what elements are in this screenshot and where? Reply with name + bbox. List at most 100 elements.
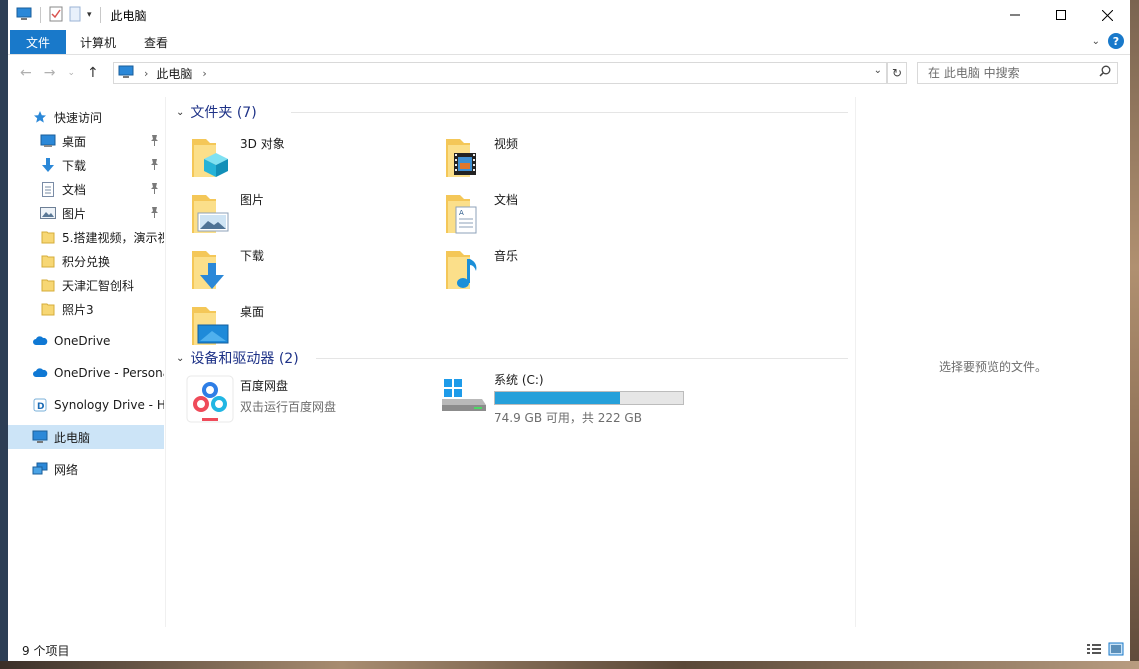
desktop-icon: [40, 133, 56, 149]
chevron-down-icon[interactable]: ⌄: [1092, 36, 1100, 47]
folders-group-header[interactable]: ⌄ 文件夹 (7): [166, 101, 856, 123]
search-input[interactable]: [926, 65, 1100, 81]
pin-icon[interactable]: [150, 159, 159, 173]
nav-label: 图片: [62, 206, 87, 221]
nav-pinned-desktop[interactable]: 桌面: [8, 129, 164, 153]
view-buttons: [1086, 642, 1124, 659]
desktop-background-right: [1130, 0, 1139, 669]
folder-documents[interactable]: A 文档: [420, 187, 670, 239]
tile-label: 音乐: [494, 249, 519, 263]
network-icon: [32, 461, 48, 477]
recent-locations-chevron-icon[interactable]: ⌄: [67, 68, 75, 78]
maximize-button[interactable]: [1038, 0, 1084, 30]
video-icon: [446, 139, 476, 177]
folder-pictures[interactable]: 图片: [166, 187, 416, 239]
minimize-button[interactable]: [992, 0, 1038, 30]
nav-onedrive[interactable]: OneDrive: [8, 329, 164, 353]
synology-drive-icon: D: [32, 397, 48, 413]
cloud-icon: [32, 333, 48, 349]
pin-icon[interactable]: [150, 135, 159, 149]
folder-icon: [40, 301, 56, 317]
folder-music[interactable]: 音乐: [420, 243, 670, 295]
nav-folder[interactable]: 天津汇智创科: [8, 273, 164, 297]
nav-network[interactable]: 网络: [8, 457, 164, 481]
tile-label: 下载: [240, 249, 265, 263]
nav-folder[interactable]: 照片3: [8, 297, 164, 321]
close-button[interactable]: [1084, 0, 1130, 30]
back-arrow-icon[interactable]: ←: [20, 65, 32, 81]
nav-onedrive-personal[interactable]: OneDrive - Persona: [8, 361, 164, 385]
search-box: [917, 62, 1118, 84]
chevron-down-icon: ⌄: [176, 106, 185, 118]
svg-text:A: A: [459, 209, 464, 217]
nav-label: 桌面: [62, 134, 87, 149]
new-folder-icon[interactable]: [69, 6, 81, 25]
computer-icon[interactable]: [16, 6, 32, 25]
nav-label: OneDrive - Persona: [54, 366, 164, 380]
tab-view[interactable]: 查看: [130, 30, 182, 54]
hard-drive-icon: [442, 379, 486, 411]
nav-folder[interactable]: 5.搭建视频，演示视: [8, 225, 164, 249]
group-divider: [291, 112, 848, 113]
toolbar-separator: [40, 7, 41, 23]
status-bar: 9 个项目: [8, 639, 1130, 661]
search-icon[interactable]: [1099, 65, 1111, 80]
nav-this-pc[interactable]: 此电脑: [8, 425, 164, 449]
folders-grid: 3D 对象 视频 图片 A 文档 下载 音乐 桌面: [166, 123, 856, 347]
help-icon[interactable]: ?: [1108, 33, 1124, 49]
pin-icon[interactable]: [150, 183, 159, 197]
tile-label: 3D 对象: [240, 137, 285, 151]
address-dropdown-icon[interactable]: ⌄: [874, 65, 882, 76]
up-arrow-icon[interactable]: ↑: [87, 65, 99, 81]
folder-videos[interactable]: 视频: [420, 131, 670, 183]
desktop-background-left: [0, 0, 8, 669]
nav-pinned-pictures[interactable]: 图片: [8, 201, 164, 225]
content-area: ⌄ 文件夹 (7) 3D 对象 视频 图片 A 文档 下载 音乐 桌面 ⌄ 设备…: [166, 97, 856, 627]
breadcrumb-chevron-icon[interactable]: ›: [202, 67, 206, 80]
large-icons-view-icon[interactable]: [1108, 642, 1124, 659]
breadcrumb-chevron-icon[interactable]: ›: [144, 67, 148, 80]
nav-pinned-downloads[interactable]: 下载: [8, 153, 164, 177]
devices-group-header[interactable]: ⌄ 设备和驱动器 (2): [166, 347, 856, 369]
group-title: 设备和驱动器 (2): [190, 351, 299, 367]
folder-3d-objects[interactable]: 3D 对象: [166, 131, 416, 183]
folder-downloads[interactable]: 下载: [166, 243, 416, 295]
address-bar[interactable]: › 此电脑 › ⌄: [113, 62, 887, 84]
pin-icon[interactable]: [150, 207, 159, 221]
explorer-window: ▾ 此电脑 文件 计算机 查看 ⌄ ? ← → ⌄ ↑ › 此电脑 › ⌄ ↻ …: [8, 0, 1130, 661]
folder-icon: [40, 229, 56, 245]
nav-folder[interactable]: 积分兑换: [8, 249, 164, 273]
drive-c-info: 系统 (C:) 74.9 GB 可用，共 222 GB: [494, 369, 684, 425]
details-view-icon[interactable]: [1086, 642, 1102, 659]
nav-label: 此电脑: [54, 430, 91, 445]
svg-text:D: D: [37, 402, 44, 412]
nav-label: 文档: [62, 182, 87, 197]
group-title: 文件夹 (7): [190, 105, 257, 121]
folder-desktop[interactable]: 桌面: [166, 299, 416, 351]
forward-arrow-icon[interactable]: →: [44, 65, 56, 81]
window-title: 此电脑: [110, 8, 147, 23]
nav-synology-drive[interactable]: D Synology Drive - HI: [8, 393, 164, 417]
ribbon-right-controls: ⌄ ?: [1092, 33, 1124, 49]
breadcrumb-this-pc[interactable]: 此电脑: [156, 65, 192, 82]
customize-toolbar-icon[interactable]: ▾: [87, 10, 92, 20]
drive-c[interactable]: 系统 (C:) 74.9 GB 可用，共 222 GB: [420, 369, 684, 425]
cloud-icon: [32, 365, 48, 381]
refresh-button[interactable]: ↻: [887, 62, 907, 84]
title-bar: ▾ 此电脑: [8, 0, 1130, 30]
tab-file[interactable]: 文件: [10, 30, 66, 54]
nav-label: 天津汇智创科: [62, 278, 135, 293]
navigation-buttons: ← → ⌄ ↑: [20, 65, 99, 81]
nav-quick-access[interactable]: 快速访问: [8, 105, 164, 129]
chevron-down-icon: ⌄: [176, 352, 185, 364]
tab-computer[interactable]: 计算机: [66, 30, 130, 54]
baidu-netdisk[interactable]: 百度网盘 双击运行百度网盘: [166, 375, 336, 431]
toolbar-separator: [99, 7, 101, 23]
baidu-netdisk-icon: [186, 375, 234, 423]
tile-label: 文档: [494, 193, 519, 207]
nav-pinned-documents[interactable]: 文档: [8, 177, 164, 201]
nav-label: 照片3: [62, 302, 94, 317]
tile-label: 桌面: [240, 305, 265, 319]
properties-icon[interactable]: [49, 6, 63, 25]
computer-icon: [118, 65, 134, 82]
